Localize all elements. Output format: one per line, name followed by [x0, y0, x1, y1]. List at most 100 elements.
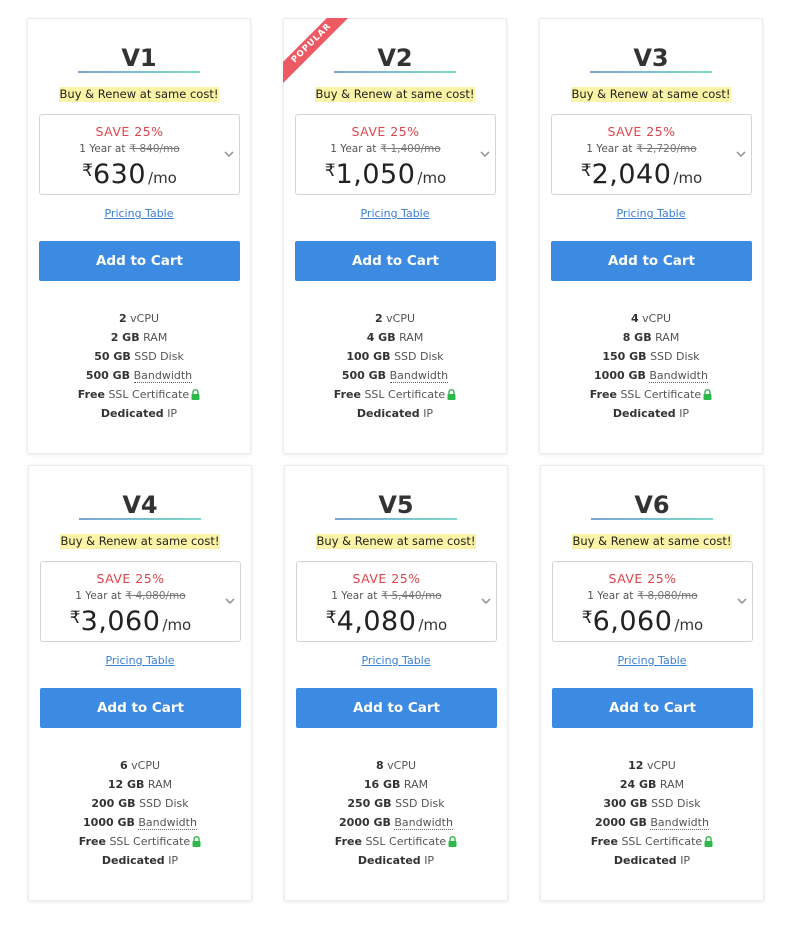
plan-title: V4 — [122, 491, 158, 519]
chevron-down-icon — [224, 151, 234, 158]
plan-title: V5 — [378, 491, 414, 519]
add-to-cart-button[interactable]: Add to Cart — [40, 688, 241, 728]
ip-type: Dedicated — [100, 407, 164, 420]
price-amount: 4,080 — [336, 606, 417, 637]
plan-title: V1 — [121, 44, 157, 72]
vcpu-label: vCPU — [130, 312, 160, 325]
term-label: 1 Year at — [330, 143, 377, 155]
bandwidth-label[interactable]: Bandwidth — [650, 816, 709, 830]
billing-term: 1 Year at ₹ 2,720/mo — [552, 143, 731, 155]
bandwidth-label[interactable]: Bandwidth — [138, 816, 197, 830]
plan-card-v3: V3 Buy & Renew at same cost! SAVE 25% 1 … — [539, 18, 763, 454]
feature-ram: 8 GB RAM — [540, 328, 762, 347]
vcpu-count: 8 — [375, 759, 384, 772]
save-badge: SAVE 25% — [352, 571, 421, 586]
tagline-text: Buy & Renew at same cost! — [59, 534, 221, 549]
pricing-table-link[interactable]: Pricing Table — [284, 207, 506, 220]
billing-term: 1 Year at ₹ 5,440/mo — [297, 590, 476, 602]
vcpu-label: vCPU — [387, 759, 417, 772]
bandwidth-size: 500 GB — [85, 369, 131, 382]
feature-ip: Dedicated IP — [285, 851, 507, 870]
title-underline — [591, 518, 713, 520]
feature-ram: 24 GB RAM — [541, 775, 763, 794]
ssl-label: SSL Certificate — [365, 835, 447, 848]
tagline-text: Buy & Renew at same cost! — [571, 534, 733, 549]
bandwidth-label[interactable]: Bandwidth — [394, 816, 453, 830]
feature-bandwidth: 1000 GB Bandwidth — [540, 366, 762, 385]
ssl-label: SSL Certificate — [364, 388, 446, 401]
price-period: /mo — [674, 616, 704, 634]
pricing-table-link[interactable]: Pricing Table — [540, 207, 762, 220]
lock-icon — [191, 389, 200, 400]
vcpu-label: vCPU — [131, 759, 161, 772]
add-to-cart-button[interactable]: Add to Cart — [551, 241, 752, 281]
price-period: /mo — [418, 616, 448, 634]
ssl-label: SSL Certificate — [109, 835, 191, 848]
feature-ip: Dedicated IP — [540, 404, 762, 423]
tagline: Buy & Renew at same cost! — [540, 87, 762, 102]
add-to-cart-button[interactable]: Add to Cart — [39, 241, 240, 281]
pricing-table-link[interactable]: Pricing Table — [28, 207, 250, 220]
currency-symbol: ₹ — [69, 608, 81, 628]
add-to-cart-button[interactable]: Add to Cart — [296, 688, 497, 728]
billing-select[interactable]: SAVE 25% 1 Year at ₹ 4,080/mo ₹3,060/mo — [40, 561, 241, 642]
disk-size: 300 GB — [603, 797, 648, 810]
ssl-price: Free — [590, 835, 618, 848]
billing-select[interactable]: SAVE 25% 1 Year at ₹ 8,080/mo ₹6,060/mo — [552, 561, 753, 642]
ssl-price: Free — [333, 388, 361, 401]
vcpu-label: vCPU — [646, 759, 676, 772]
price-amount: 2,040 — [591, 159, 672, 190]
feature-vcpu: 6 vCPU — [29, 756, 251, 775]
disk-size: 50 GB — [94, 350, 131, 363]
plan-card-v2: POPULAR V2 Buy & Renew at same cost! SAV… — [283, 18, 507, 454]
price-period: /mo — [162, 616, 192, 634]
tagline: Buy & Renew at same cost! — [284, 87, 506, 102]
plan-price: ₹630/mo — [40, 159, 219, 190]
add-to-cart-button[interactable]: Add to Cart — [295, 241, 496, 281]
pricing-table-link[interactable]: Pricing Table — [29, 654, 251, 667]
pricing-table-link[interactable]: Pricing Table — [541, 654, 763, 667]
feature-list: 2 vCPU 4 GB RAM 100 GB SSD Disk 500 GB B… — [284, 309, 506, 423]
feature-list: 8 vCPU 16 GB RAM 250 GB SSD Disk 2000 GB… — [285, 756, 507, 870]
plan-title: V2 — [377, 44, 413, 72]
bandwidth-label[interactable]: Bandwidth — [649, 369, 708, 383]
ram-label: RAM — [143, 331, 168, 344]
ip-type: Dedicated — [101, 854, 165, 867]
vcpu-count: 2 — [118, 312, 127, 325]
vcpu-label: vCPU — [386, 312, 416, 325]
bandwidth-size: 1000 GB — [83, 816, 135, 829]
plan-price: ₹6,060/mo — [553, 606, 732, 637]
billing-select[interactable]: SAVE 25% 1 Year at ₹ 5,440/mo ₹4,080/mo — [296, 561, 497, 642]
plan-card-v4: V4 Buy & Renew at same cost! SAVE 25% 1 … — [28, 465, 252, 901]
billing-select[interactable]: SAVE 25% 1 Year at ₹ 2,720/mo ₹2,040/mo — [551, 114, 752, 195]
feature-ram: 16 GB RAM — [285, 775, 507, 794]
bandwidth-label[interactable]: Bandwidth — [389, 369, 449, 383]
feature-ip: Dedicated IP — [29, 851, 251, 870]
disk-label: SSD Disk — [134, 350, 184, 363]
feature-ram: 12 GB RAM — [29, 775, 251, 794]
ip-type: Dedicated — [356, 407, 420, 420]
billing-select[interactable]: SAVE 25% 1 Year at ₹ 1,400/mo ₹1,050/mo — [295, 114, 496, 195]
bandwidth-label[interactable]: Bandwidth — [133, 369, 193, 383]
pricing-table-link[interactable]: Pricing Table — [285, 654, 507, 667]
tagline-text: Buy & Renew at same cost! — [314, 87, 476, 102]
feature-ssl: Free SSL Certificate — [284, 385, 506, 404]
chevron-down-icon — [481, 598, 491, 605]
title-underline — [335, 518, 457, 520]
title-underline — [79, 518, 201, 520]
original-price: ₹ 5,440/mo — [381, 590, 442, 602]
feature-ssl: Free SSL Certificate — [285, 832, 507, 851]
feature-list: 12 vCPU 24 GB RAM 300 GB SSD Disk 2000 G… — [541, 756, 763, 870]
feature-ssl: Free SSL Certificate — [541, 832, 763, 851]
add-to-cart-button[interactable]: Add to Cart — [552, 688, 753, 728]
original-price: ₹ 1,400/mo — [380, 143, 441, 155]
feature-list: 4 vCPU 8 GB RAM 150 GB SSD Disk 1000 GB … — [540, 309, 762, 423]
billing-term: 1 Year at ₹ 8,080/mo — [553, 590, 732, 602]
feature-ssl: Free SSL Certificate — [28, 385, 250, 404]
ram-size: 4 GB — [366, 331, 396, 344]
ram-size: 8 GB — [622, 331, 652, 344]
bandwidth-size: 2000 GB — [339, 816, 391, 829]
billing-select[interactable]: SAVE 25% 1 Year at ₹ 840/mo ₹630/mo — [39, 114, 240, 195]
vcpu-count: 2 — [374, 312, 383, 325]
term-label: 1 Year at — [586, 143, 633, 155]
